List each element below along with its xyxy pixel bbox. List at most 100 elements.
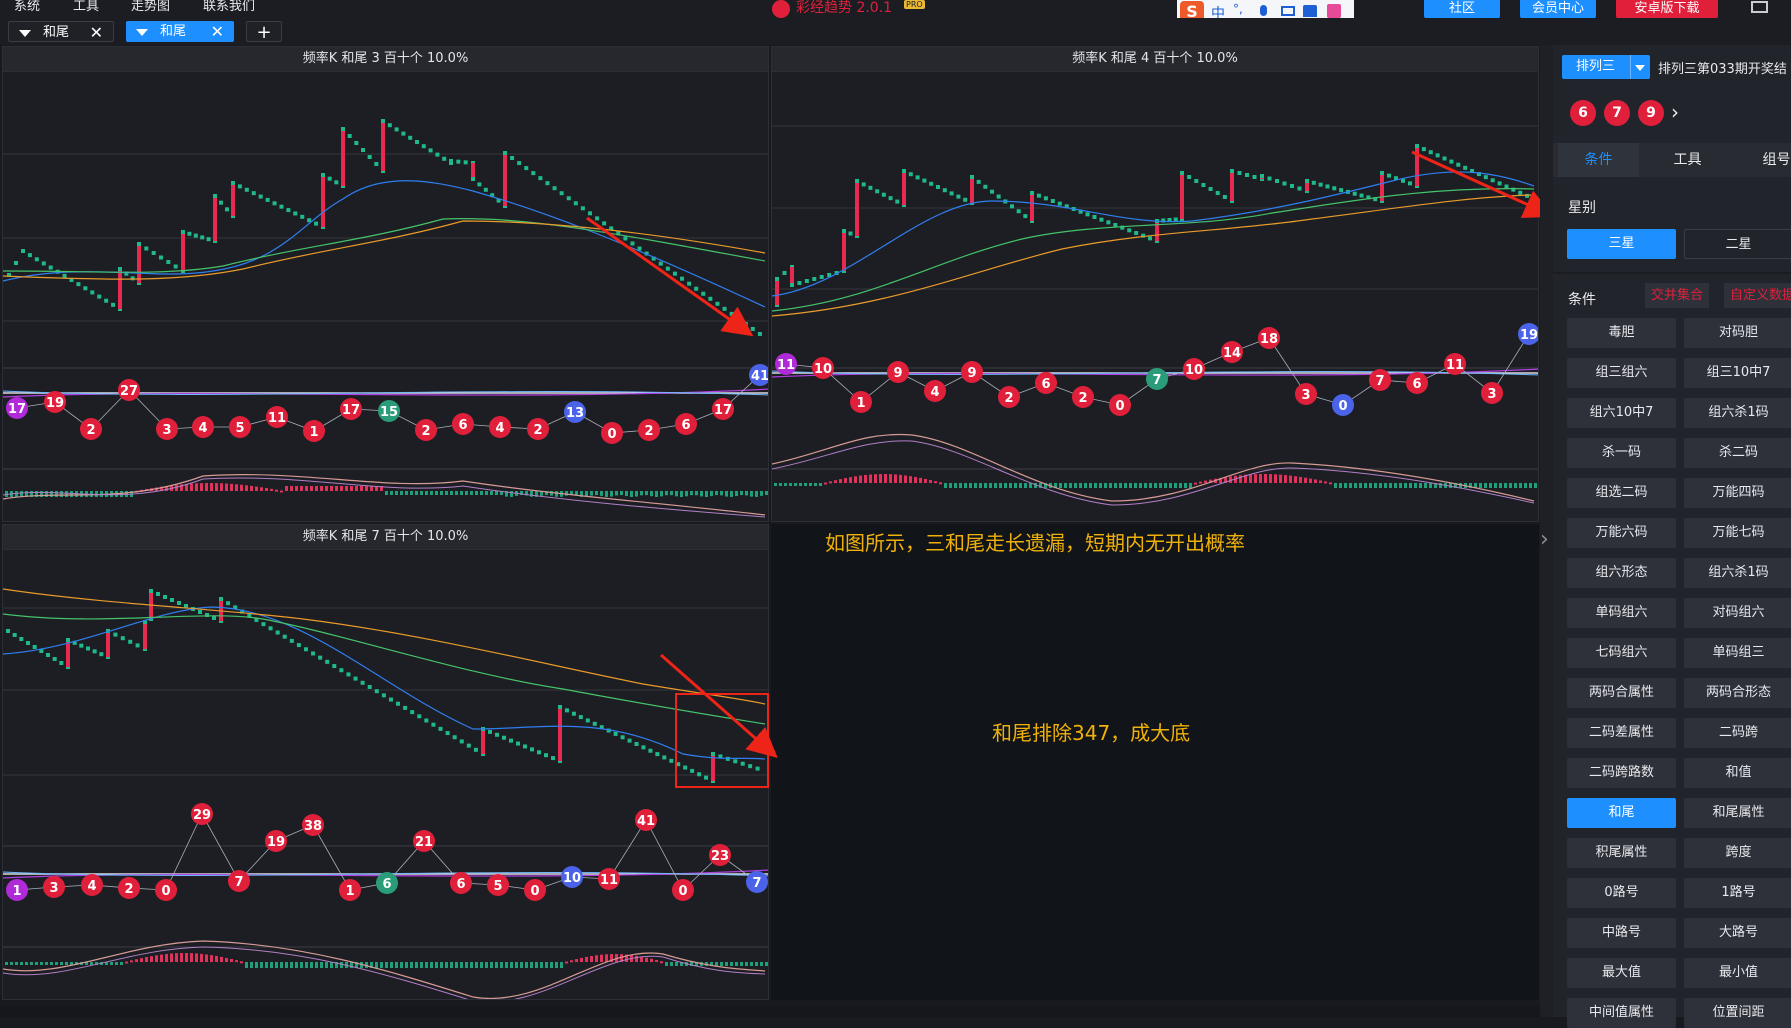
macd-bar [390, 962, 393, 968]
condition-button[interactable]: 两码合形态 [1684, 678, 1791, 708]
skin-shirt-icon[interactable] [1303, 5, 1317, 17]
candle-bar [775, 279, 779, 305]
candle-dot [251, 191, 256, 196]
menu-tools[interactable]: 工具 [73, 0, 99, 14]
candle-dot [1325, 184, 1330, 189]
chart-canvas-2[interactable]: 11 10194926207101418307 611319 [772, 71, 1539, 522]
macd-bar [1309, 478, 1312, 483]
candle-bar [143, 622, 147, 649]
chart-canvas-3[interactable]: 1 3 4 2 0 29 7 19 38 1 6 21 6 5 0 10 11 41 0 23 7 [3, 549, 769, 1000]
candle-dot [895, 199, 900, 204]
macd-bar [899, 474, 902, 483]
condition-button[interactable]: 最大值 [1567, 958, 1676, 988]
candle-dot [421, 144, 426, 149]
condition-button[interactable]: 组选二码 [1567, 478, 1676, 508]
condition-button[interactable]: 组六杀1码 [1684, 398, 1791, 428]
candle-dot [1010, 204, 1014, 209]
condition-button[interactable]: 万能六码 [1567, 518, 1676, 548]
condition-button[interactable]: 中间值属性 [1567, 998, 1676, 1028]
condition-button[interactable]: 0路号 [1567, 878, 1676, 908]
android-download-button[interactable]: 安卓版下载 [1616, 0, 1718, 19]
mail-icon[interactable] [1751, 1, 1768, 13]
condition-button[interactable]: 跨度 [1684, 838, 1791, 868]
condition-button[interactable]: 二码跨路数 [1567, 758, 1676, 788]
macd-bar [715, 962, 718, 966]
candle-dot [367, 684, 372, 689]
keyboard-icon[interactable] [1281, 6, 1295, 16]
menu-trend-chart[interactable]: 走势图 [131, 0, 170, 14]
macd-bar [430, 962, 433, 968]
tab-hewei-1[interactable]: 和尾 ✕ [8, 21, 114, 42]
close-icon[interactable]: ✕ [211, 21, 224, 42]
ime-punct-label[interactable]: °, [1233, 2, 1243, 16]
macd-bar [270, 488, 273, 491]
menu-system[interactable]: 系统 [14, 0, 40, 14]
menu-contact[interactable]: 联系我们 [203, 0, 255, 14]
condition-button[interactable]: 和尾 [1567, 798, 1676, 828]
condition-button[interactable]: 组三组六 [1567, 358, 1676, 388]
candle-dot [79, 643, 84, 648]
condition-button[interactable]: 对码组六 [1684, 598, 1791, 628]
star-option-three[interactable]: 三星 [1567, 229, 1676, 259]
macd-bar [665, 491, 668, 496]
condition-button[interactable]: 积尾属性 [1567, 838, 1676, 868]
candle-dot [12, 633, 17, 637]
macd-bar [115, 962, 118, 965]
condition-button[interactable]: 单码组六 [1567, 598, 1676, 628]
chart-canvas-1[interactable]: 17 192273 4 511117 152 6 4 2130 2 61741 [3, 71, 769, 522]
member-center-button[interactable]: 会员中心 [1520, 0, 1596, 19]
condition-button[interactable]: 位置间距 [1684, 998, 1791, 1028]
condition-button[interactable]: 七码组六 [1567, 638, 1676, 668]
macd-bar [1369, 483, 1372, 488]
macd-bar [1354, 483, 1357, 488]
condition-button[interactable]: 和值 [1684, 758, 1791, 788]
condition-button[interactable]: 组六形态 [1567, 558, 1676, 588]
ball-number-label: 10 [1185, 363, 1203, 378]
condition-button[interactable]: 组六杀1码 [1684, 558, 1791, 588]
tab-hewei-2[interactable]: 和尾 ✕ [126, 21, 234, 42]
collapse-arrow-icon[interactable]: › [1540, 527, 1549, 552]
condition-button[interactable]: 组六10中7 [1567, 398, 1676, 428]
union-intersection-button[interactable]: 交并集合 [1645, 283, 1710, 308]
macd-bar [1154, 483, 1157, 488]
condition-button[interactable]: 杀一码 [1567, 438, 1676, 468]
condition-button[interactable]: 中路号 [1567, 918, 1676, 948]
star-option-two[interactable]: 二星 [1684, 229, 1791, 259]
macd-bar [455, 962, 458, 968]
condition-button[interactable]: 1路号 [1684, 878, 1791, 908]
macd-bar [1259, 474, 1262, 483]
condition-button[interactable]: 单码组三 [1684, 638, 1791, 668]
condition-button[interactable]: 万能四码 [1684, 478, 1791, 508]
lottery-select[interactable]: 排列三 [1562, 55, 1650, 79]
condition-button[interactable]: 二码差属性 [1567, 718, 1676, 748]
tab-group-numbers[interactable]: 组号 [1736, 143, 1791, 177]
candle-dot [213, 194, 217, 198]
close-icon[interactable]: ✕ [90, 22, 103, 43]
microphone-icon[interactable] [1260, 5, 1267, 16]
add-tab-button[interactable]: + [246, 21, 282, 43]
condition-button[interactable]: 杀二码 [1684, 438, 1791, 468]
condition-button[interactable]: 组三10中7 [1684, 358, 1791, 388]
number-ball: 1 [339, 879, 361, 901]
condition-button[interactable]: 两码合属性 [1567, 678, 1676, 708]
community-button[interactable]: 社区 [1424, 0, 1500, 19]
chevron-right-icon[interactable]: › [1671, 100, 1679, 124]
candle-dot [868, 185, 873, 190]
macd-bar [210, 955, 213, 962]
candle-dot [740, 761, 745, 766]
candle-dot [27, 253, 32, 258]
condition-button[interactable]: 对码胆 [1684, 318, 1791, 348]
macd-bar [1424, 483, 1427, 488]
macd-bar [1109, 483, 1112, 488]
condition-button[interactable]: 二码跨 [1684, 718, 1791, 748]
condition-button[interactable]: 万能七码 [1684, 518, 1791, 548]
tab-conditions[interactable]: 条件 [1558, 143, 1639, 177]
condition-button[interactable]: 大路号 [1684, 918, 1791, 948]
tab-tools[interactable]: 工具 [1647, 143, 1728, 177]
toolbox-icon[interactable] [1327, 4, 1341, 18]
custom-data-button[interactable]: 自定义数据 [1724, 283, 1791, 308]
condition-button[interactable]: 毒胆 [1567, 318, 1676, 348]
ball-number-label: 0 [1115, 399, 1124, 414]
condition-button[interactable]: 最小值 [1684, 958, 1791, 988]
condition-button[interactable]: 和尾属性 [1684, 798, 1791, 828]
